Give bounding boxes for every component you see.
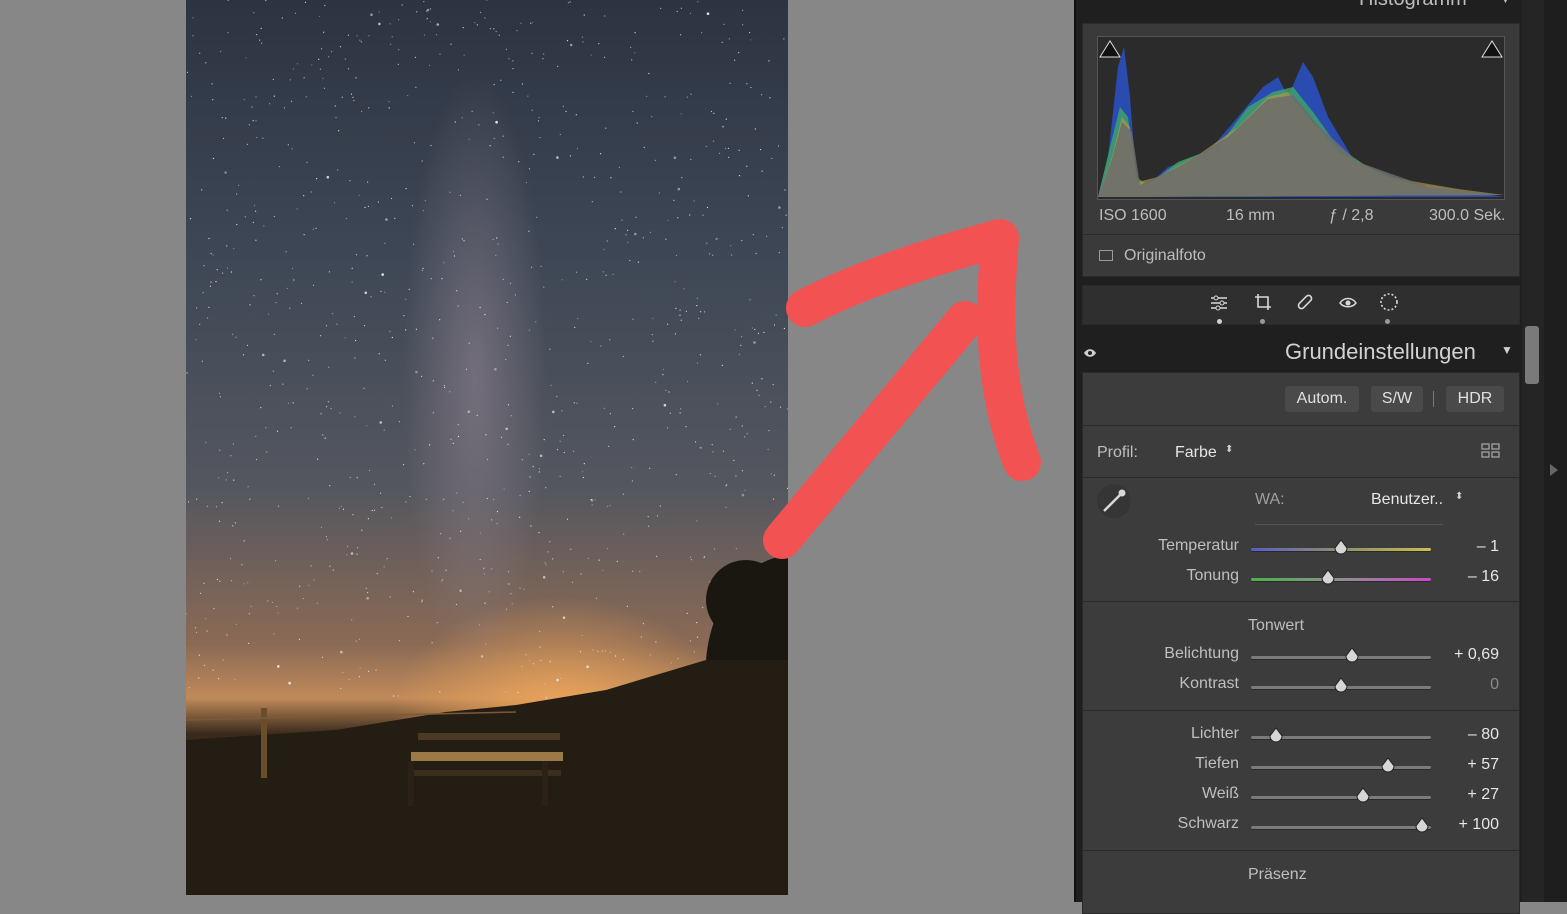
slider-label: Temperatur (1158, 537, 1239, 554)
auto-button[interactable]: Autom. (1285, 386, 1359, 412)
panel-visibility-eye-icon[interactable] (1083, 345, 1097, 357)
slider-track[interactable] (1251, 656, 1431, 659)
slider-value[interactable]: + 100 (1439, 816, 1499, 834)
profile-label: Profil: (1097, 444, 1138, 461)
button-separator (1433, 391, 1434, 407)
slider-label: Schwarz (1177, 815, 1239, 832)
slider-label: Lichter (1190, 725, 1239, 742)
healing-icon[interactable] (1296, 293, 1314, 311)
shutter-readout: 300.0 Sek. (1429, 207, 1506, 224)
slider-value[interactable]: 0 (1439, 676, 1499, 694)
divider-2 (1083, 477, 1519, 478)
wb-select[interactable]: Benutzer.. (1371, 491, 1443, 509)
tone-heading: Tonwert (1248, 617, 1305, 634)
red-eye-icon[interactable] (1339, 293, 1357, 311)
bw-button[interactable]: S/W (1371, 386, 1423, 412)
edit-sliders-icon[interactable] (1210, 294, 1228, 312)
slider-value[interactable]: + 57 (1439, 756, 1499, 774)
slider-value[interactable]: – 1 (1439, 538, 1499, 556)
develop-right-panel: Histogramm ▼ ISO 1600 16 mm ƒ / 2,8 300.… (1074, 0, 1524, 914)
tool-strip (1082, 285, 1520, 325)
profile-browser-grid-icon[interactable] (1481, 443, 1501, 459)
iso-readout: ISO 1600 (1099, 207, 1167, 224)
mask-icon[interactable] (1379, 292, 1399, 312)
histogram-divider (1083, 234, 1519, 235)
slider-value[interactable]: + 0,69 (1439, 646, 1499, 664)
basic-panel-title[interactable]: Grundeinstellungen (1285, 339, 1476, 365)
collapse-right-arrow-icon[interactable] (1550, 464, 1558, 476)
slider-track[interactable] (1251, 766, 1431, 769)
image-canvas (0, 0, 1074, 902)
profile-select-arrows-icon[interactable]: ⬍ (1225, 444, 1233, 455)
slider-label: Kontrast (1179, 675, 1239, 692)
original-photo-label[interactable]: Originalfoto (1124, 247, 1206, 265)
divider-3 (1083, 601, 1519, 602)
mask-dot (1385, 319, 1390, 324)
basic-panel-collapse-icon[interactable]: ▼ (1501, 343, 1513, 357)
white-balance-eyedropper-icon[interactable] (1097, 484, 1131, 518)
slider-value[interactable]: – 16 (1439, 568, 1499, 586)
wb-select-arrows-icon[interactable]: ⬍ (1455, 491, 1463, 502)
slider-track[interactable] (1251, 796, 1431, 799)
divider-4 (1083, 710, 1519, 711)
hdr-button[interactable]: HDR (1446, 386, 1504, 412)
slider-value[interactable]: – 80 (1439, 726, 1499, 744)
divider-1 (1083, 425, 1519, 426)
histogram-collapse-icon[interactable]: ▼ (1500, 0, 1511, 6)
slider-label: Weiß (1201, 785, 1239, 802)
profile-select[interactable]: Farbe (1175, 444, 1217, 462)
presence-heading: Präsenz (1248, 866, 1307, 883)
wb-underline (1255, 524, 1443, 525)
aperture-readout: ƒ / 2,8 (1329, 207, 1374, 224)
milky-way-photo (186, 0, 788, 895)
focal-length-readout: 16 mm (1226, 207, 1275, 224)
slider-label: Tiefen (1195, 755, 1239, 772)
slider-label: Belichtung (1164, 645, 1239, 662)
slider-value[interactable]: + 27 (1439, 786, 1499, 804)
histogram-title[interactable]: Histogramm (1359, 0, 1467, 11)
histogram-graph[interactable] (1097, 36, 1505, 200)
landscape-silhouette (186, 555, 788, 895)
wb-label: WA: (1255, 491, 1285, 508)
right-panel-edge (1544, 0, 1567, 902)
original-photo-checkbox[interactable] (1099, 250, 1113, 261)
slider-track[interactable] (1251, 826, 1431, 829)
crop-dot (1260, 319, 1265, 324)
divider-5 (1083, 850, 1519, 851)
edit-active-dot (1217, 319, 1222, 324)
basic-panel: Autom. S/W HDR Profil: Farbe ⬍ WA: Benut… (1082, 372, 1520, 914)
panel-scrollbar-thumb[interactable] (1525, 326, 1539, 384)
histogram-section: ISO 1600 16 mm ƒ / 2,8 300.0 Sek. Origin… (1082, 23, 1520, 277)
slider-label: Tonung (1186, 567, 1240, 584)
panel-scrollbar[interactable] (1522, 0, 1544, 902)
crop-icon[interactable] (1254, 293, 1272, 311)
slider-track[interactable] (1251, 578, 1431, 581)
